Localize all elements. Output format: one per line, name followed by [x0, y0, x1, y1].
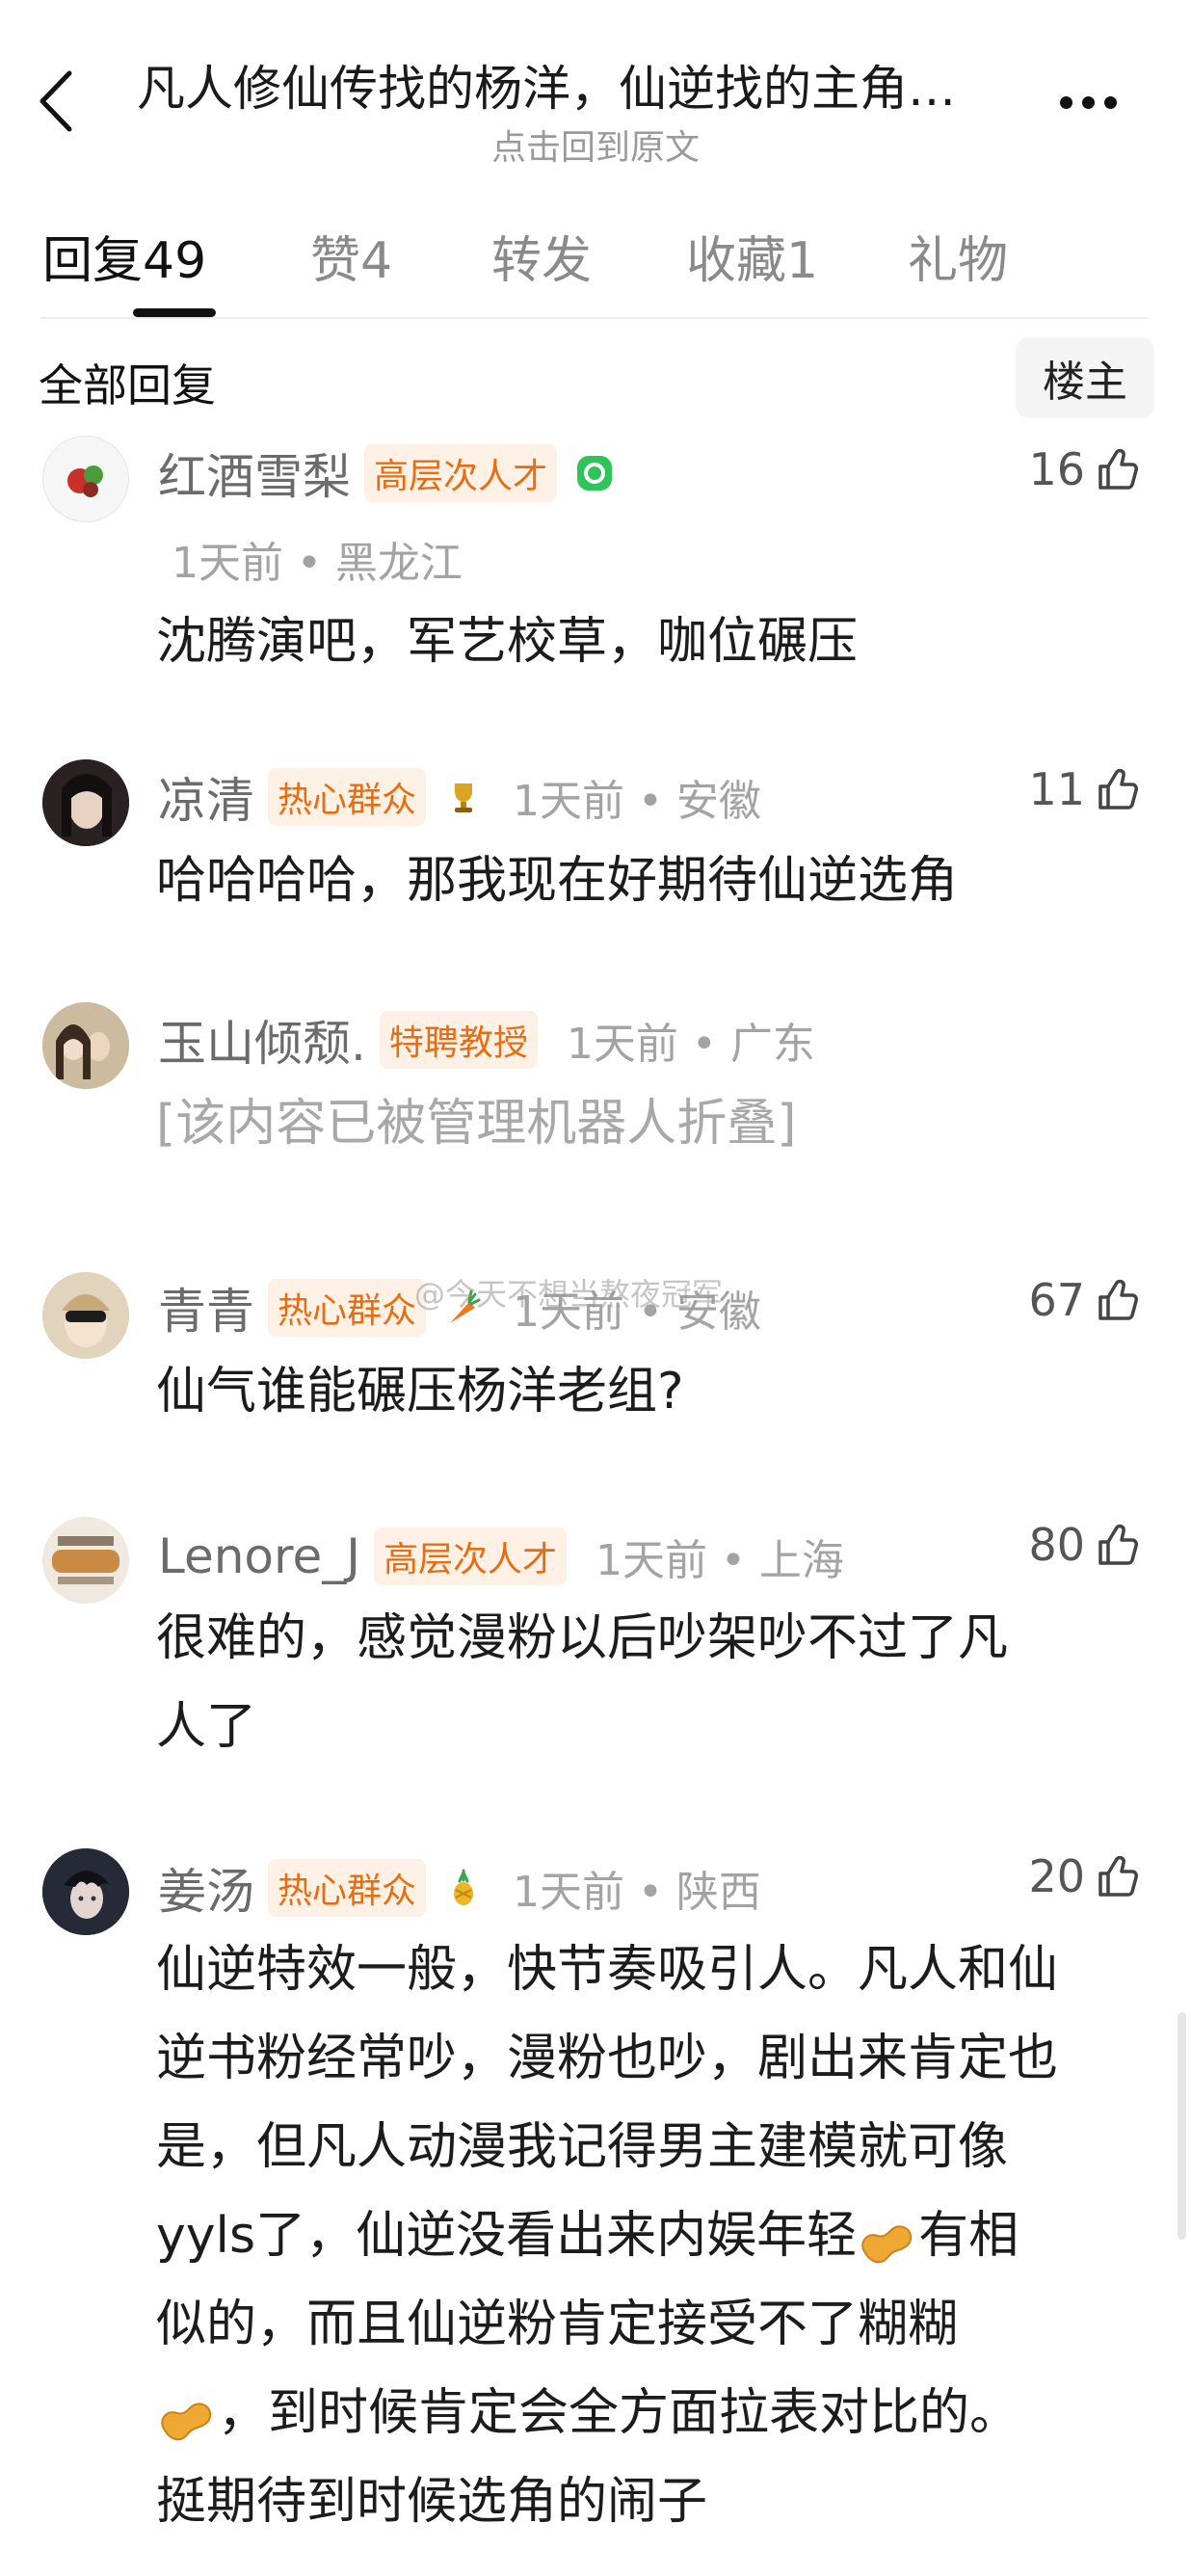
- avatar[interactable]: [42, 1848, 129, 1935]
- thumbs-up-icon: [1098, 448, 1138, 490]
- username[interactable]: 凉清: [158, 762, 254, 832]
- comment-text-line: 逆书粉经常吵，漫粉也吵，剧出来肯定也: [156, 2030, 1059, 2087]
- peanut-emoji-icon: [857, 2212, 918, 2266]
- more-options-button[interactable]: [1060, 83, 1137, 121]
- username[interactable]: 玉山倾颓.: [158, 1005, 366, 1075]
- comment-meta: 玉山倾颓. 特聘教授 1天前 • 广东: [158, 1006, 815, 1074]
- all-replies-label: 全部回复: [39, 359, 216, 412]
- dot: [1060, 95, 1072, 109]
- trophy-icon: [443, 777, 484, 817]
- divider: [40, 317, 1149, 319]
- username[interactable]: 姜汤: [158, 1853, 254, 1923]
- tab-count: 4: [360, 232, 393, 290]
- tab-label: 转发: [491, 232, 593, 290]
- scrollbar[interactable]: [1178, 2012, 1186, 2240]
- tab-count: 49: [143, 232, 207, 290]
- comment-text-segment: yyls了，仙逆没看出来内娱年轻: [156, 2207, 858, 2265]
- comment-text: 哈哈哈哈，那我现在好期待仙逆选角: [156, 852, 959, 910]
- tab-label: 收藏: [686, 232, 787, 290]
- user-badge: 高层次人才: [364, 444, 558, 502]
- avatar[interactable]: [42, 1517, 129, 1604]
- top-bar: 凡人修仙传找的杨洋，仙逆找的主角… 点击回到原文: [0, 0, 1191, 168]
- thumbs-up-icon: [1098, 1279, 1138, 1320]
- comment-time-location: 1天前 • 陕西: [513, 1868, 761, 1917]
- username[interactable]: 青青: [158, 1273, 254, 1342]
- comment-time-location: 1天前 • 上海: [596, 1536, 844, 1585]
- tab-reposts[interactable]: 转发: [491, 220, 592, 292]
- comment-time-location: 1天前 • 广东: [566, 1020, 815, 1069]
- thumbs-up-icon: [1098, 1855, 1138, 1897]
- comment-text-line: yyls了，仙逆没看出来内娱年轻 有相: [156, 2191, 1158, 2280]
- like-count: 11: [1028, 763, 1085, 815]
- tab-label: 回复: [42, 232, 144, 290]
- comment-meta: Lenore_J 高层次人才 1天前 • 上海: [158, 1523, 844, 1590]
- user-badge: 热心群众: [268, 768, 427, 826]
- user-badge: 热心群众: [268, 1859, 427, 1917]
- comment-text-line: ，到时候肯定会全方面拉表对比的。: [156, 2369, 1158, 2457]
- active-tab-indicator: [133, 308, 216, 317]
- like-button[interactable]: 20: [1028, 1850, 1141, 1902]
- comment-time-location: 1天前 • 黑龙江: [172, 539, 463, 588]
- comment-text-line: 挺期待到时候选角的闹子: [156, 2473, 708, 2531]
- avatar[interactable]: [42, 1002, 129, 1089]
- like-count: 80: [1028, 1519, 1085, 1571]
- comment-meta: 姜汤 热心群众 1天前 • 陕西: [158, 1854, 761, 1922]
- username[interactable]: 红酒雪梨: [158, 438, 351, 508]
- comment-text: 仙逆特效一般，快节奏吸引人。凡人和仙 逆书粉经常吵，漫粉也吵，剧出来肯定也 是，…: [156, 1925, 1158, 2546]
- like-count: 20: [1028, 1850, 1085, 1902]
- username[interactable]: Lenore_J: [158, 1528, 360, 1584]
- like-button[interactable]: 67: [1028, 1274, 1141, 1326]
- comment-text: 很难的，感觉漫粉以后吵架吵不过了凡 人了: [156, 1594, 1158, 1771]
- comment-text-segment: ，到时候肯定会全方面拉表对比的。: [218, 2384, 1020, 2442]
- thumbs-up-icon: [1098, 1524, 1138, 1565]
- user-badge: 特聘教授: [379, 1011, 538, 1069]
- tab-count: 1: [786, 232, 819, 290]
- like-button[interactable]: 16: [1028, 443, 1141, 495]
- comment-text: 仙气谁能碾压杨洋老组?: [156, 1363, 684, 1421]
- comment-text-line: 人了: [156, 1698, 257, 1756]
- tab-label: 礼物: [908, 232, 1009, 290]
- comment-text-line: 似的，而且仙逆粉肯定接受不了糊糊: [156, 2296, 959, 2353]
- like-button[interactable]: 80: [1028, 1519, 1141, 1571]
- tab-favorites[interactable]: 收藏1: [686, 220, 818, 292]
- comment-meta: 红酒雪梨 高层次人才: [158, 439, 615, 507]
- tab-label: 赞: [310, 232, 361, 290]
- post-title[interactable]: 凡人修仙传找的杨洋，仙逆找的主角…: [137, 50, 1052, 120]
- tab-bar: 回复49 赞4 转发 收藏1 礼物: [42, 220, 1151, 317]
- tab-replies[interactable]: 回复49: [42, 220, 206, 292]
- comment-text-line: 仙逆特效一般，快节奏吸引人。凡人和仙: [156, 1941, 1059, 1999]
- user-badge: 高层次人才: [374, 1527, 568, 1585]
- dot: [1082, 95, 1095, 109]
- like-button[interactable]: 11: [1028, 763, 1141, 815]
- folded-comment-notice[interactable]: [该内容已被管理机器人折叠]: [156, 1079, 1158, 1168]
- watermark: @今天不想当熬夜冠军: [414, 1276, 724, 1313]
- like-count: 16: [1028, 443, 1085, 495]
- comment-time-location: 1天前 • 安徽: [513, 777, 761, 826]
- avatar[interactable]: [42, 759, 129, 846]
- avatar[interactable]: [42, 1272, 129, 1359]
- peanut-emoji-icon: [156, 2389, 218, 2443]
- green-emblem-icon: [574, 453, 615, 493]
- dot: [1104, 95, 1117, 109]
- comment-text: 沈腾演吧，军艺校草，咖位碾压: [156, 613, 859, 671]
- back-to-original-link[interactable]: 点击回到原文: [0, 120, 1191, 170]
- tab-gifts[interactable]: 礼物: [908, 220, 1008, 292]
- avatar[interactable]: [42, 436, 129, 522]
- thumbs-up-icon: [1098, 768, 1138, 810]
- pineapple-icon: [443, 1868, 484, 1908]
- owner-only-button[interactable]: 楼主: [1016, 337, 1154, 418]
- comment-text-line: 是，但凡人动漫我记得男主建模就可像: [156, 2118, 1009, 2176]
- tab-likes[interactable]: 赞4: [310, 220, 392, 292]
- user-badge: 热心群众: [268, 1279, 427, 1337]
- comment-meta: 凉清 热心群众 1天前 • 安徽: [158, 763, 761, 831]
- comment-text-segment: 有相: [918, 2207, 1019, 2265]
- comment-text-line: 很难的，感觉漫粉以后吵架吵不过了凡: [156, 1609, 1009, 1667]
- like-count: 67: [1028, 1274, 1085, 1326]
